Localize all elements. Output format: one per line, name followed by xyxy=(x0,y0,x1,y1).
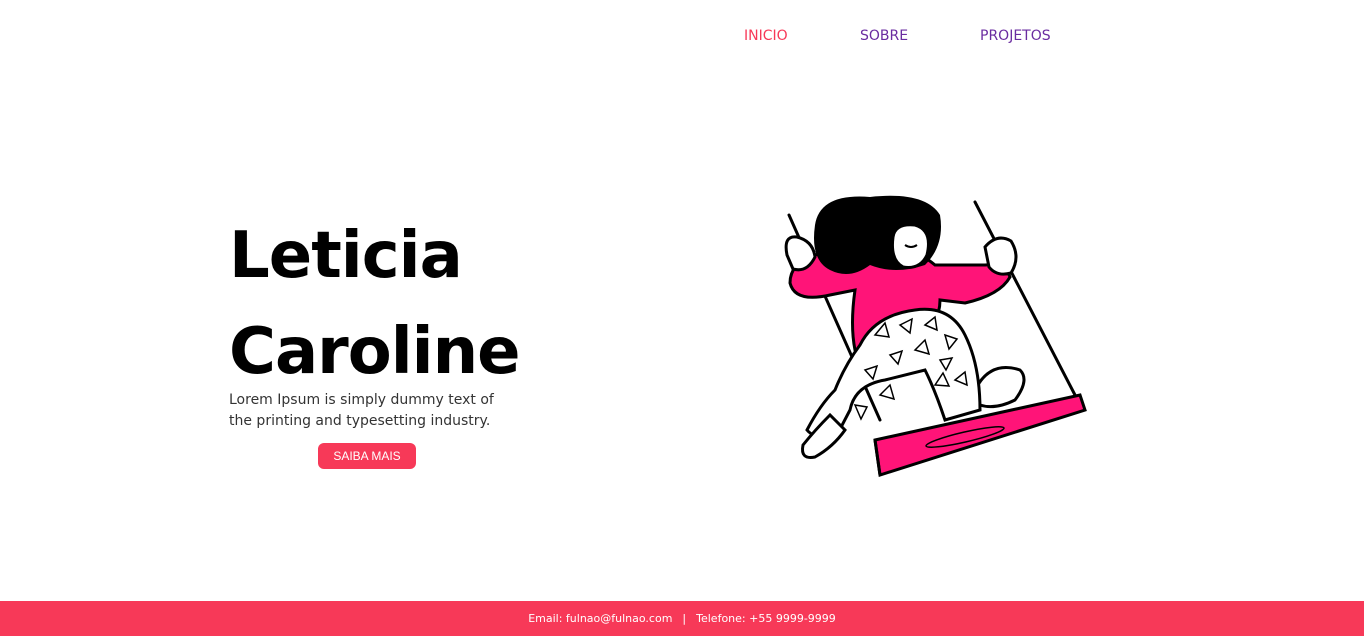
hero-title-first-name: Leticia xyxy=(229,219,463,293)
footer-phone: Telefone: +55 9999-9999 xyxy=(696,612,836,625)
saiba-mais-button[interactable]: SAIBA MAIS xyxy=(318,443,416,469)
nav-link-projetos[interactable]: PROJETOS xyxy=(980,28,1051,44)
hero-title-last-name: Caroline xyxy=(229,315,521,389)
main-nav: INICIO SOBRE PROJETOS xyxy=(0,28,1364,48)
footer-email: Email: fulnao@fulnao.com xyxy=(528,612,673,625)
hero-title: Leticia Caroline xyxy=(229,208,589,400)
girl-on-swing-illustration xyxy=(784,195,1087,477)
footer-separator: | xyxy=(682,612,687,625)
nav-link-sobre[interactable]: SOBRE xyxy=(860,28,908,44)
nav-link-inicio[interactable]: INICIO xyxy=(744,28,788,44)
footer: Email: fulnao@fulnao.com | Telefone: +55… xyxy=(0,601,1364,636)
hero-description: Lorem Ipsum is simply dummy text of the … xyxy=(229,392,494,429)
